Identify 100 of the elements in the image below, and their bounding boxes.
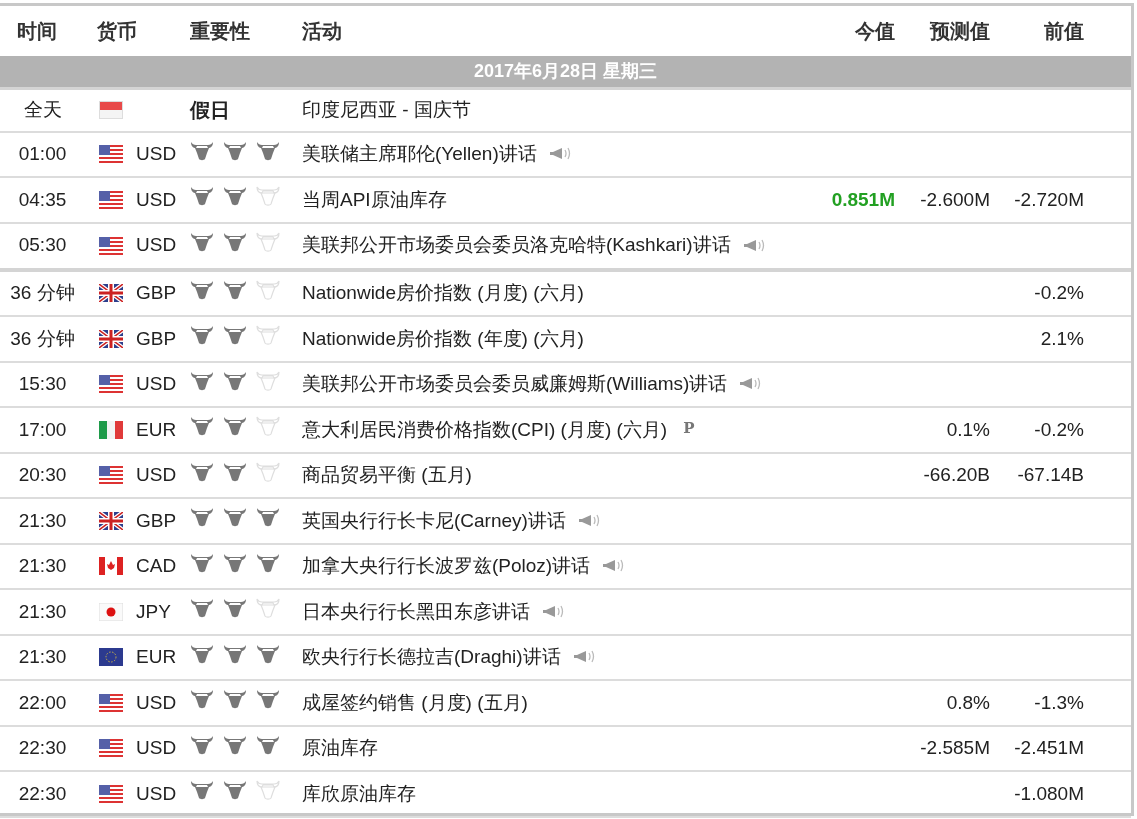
event-name: 当周API原油库存	[302, 187, 447, 212]
bull-head-icon	[190, 325, 214, 345]
previous-value: -2.451M	[1014, 736, 1084, 760]
bull-head-icon	[190, 598, 214, 618]
currency-code: CAD	[136, 554, 177, 578]
previous-value: 2.1%	[1040, 326, 1084, 351]
bull-head-icon	[190, 416, 214, 436]
bull-head-icon	[190, 279, 214, 300]
currency-code: JPY	[136, 599, 171, 624]
time-text: 22:30	[18, 781, 67, 806]
time-text: 17:00	[18, 417, 67, 442]
bull-head-icon	[190, 370, 214, 391]
event-name: 商品贸易平衡 (五月)	[302, 463, 472, 487]
bull-head-outline-icon	[256, 231, 280, 252]
bull-head-icon	[223, 507, 247, 527]
bull-head-outline-icon	[256, 186, 280, 206]
time-text: 21:30	[18, 508, 67, 533]
event-name: 成屋签约销售 (月度) (五月)	[302, 690, 528, 715]
currency-code: USD	[136, 690, 177, 715]
bull-head-icon	[190, 734, 214, 755]
time-text: 21:30	[18, 554, 67, 578]
bull-head-icon	[256, 507, 280, 527]
bull-head-outline-icon	[256, 279, 280, 300]
currency-code: USD	[136, 187, 177, 212]
event-name: 印度尼西亚 - 国庆节	[302, 98, 471, 122]
previous-value: -0.2%	[1034, 281, 1084, 305]
event-name: 美联邦公开市场委员会委员威廉姆斯(Williams)讲话	[302, 372, 728, 396]
importance-header: 重要性	[190, 19, 250, 44]
bull-head-outline-icon	[256, 325, 280, 345]
bull-head-icon	[223, 461, 247, 482]
event-name: Nationwide房价指数 (年度) (六月)	[302, 326, 584, 351]
event-name: 英国央行行长卡尼(Carney)讲话	[302, 508, 566, 533]
bull-head-icon	[190, 231, 214, 252]
bull-head-icon	[223, 416, 247, 436]
event-name: 原油库存	[302, 736, 378, 760]
bull-head-icon	[190, 643, 214, 664]
forecast-value: -66.20B	[923, 463, 990, 487]
bull-head-icon	[190, 507, 214, 527]
event-name: 加拿大央行行长波罗兹(Poloz)讲话	[302, 554, 591, 578]
bull-head-icon	[223, 552, 247, 573]
time-text: 36 分钟	[10, 281, 75, 305]
bull-head-icon	[223, 643, 247, 664]
time-text: 05:30	[18, 233, 67, 258]
bull-head-outline-icon	[256, 461, 280, 482]
bull-head-icon	[223, 325, 247, 345]
date-label: 2017年6月28日 星期三	[473, 60, 658, 83]
bull-head-icon	[223, 231, 247, 252]
forecast-header: 预测值	[930, 19, 990, 44]
bull-head-outline-icon	[256, 780, 280, 800]
time-text: 全天	[23, 98, 62, 122]
currency-code: USD	[136, 372, 177, 396]
time-text: 22:30	[18, 736, 67, 760]
bull-head-icon	[256, 643, 280, 664]
time-text: 21:30	[18, 599, 67, 624]
currency-code: USD	[136, 142, 177, 166]
time-text: 21:30	[18, 645, 67, 669]
forecast-value: -2.600M	[920, 187, 990, 212]
bull-head-icon	[223, 186, 247, 206]
currency-code: GBP	[136, 326, 177, 351]
event-header: 活动	[302, 19, 342, 44]
currency-code: USD	[136, 736, 177, 760]
bull-head-icon	[256, 734, 280, 755]
bull-head-icon	[223, 140, 247, 161]
currency-code: EUR	[136, 645, 177, 669]
currency-code: GBP	[136, 281, 177, 305]
event-name: 欧央行行长德拉吉(Draghi)讲话	[302, 645, 561, 669]
previous-value: -1.3%	[1034, 690, 1084, 715]
currency-code: GBP	[136, 508, 177, 533]
time-text: 04:35	[18, 187, 67, 212]
holiday-label: 假日	[190, 98, 230, 124]
bull-head-icon	[190, 689, 214, 709]
forecast-value: 0.1%	[946, 417, 990, 442]
time-text: 20:30	[18, 463, 67, 487]
time-text: 36 分钟	[10, 326, 75, 351]
event-name: 美联邦公开市场委员会委员洛克哈特(Kashkari)讲话	[302, 233, 731, 258]
previous-value: -67.14B	[1017, 463, 1084, 487]
bull-head-icon	[190, 186, 214, 206]
bull-head-icon	[190, 780, 214, 800]
forecast-value: -2.585M	[920, 736, 990, 760]
currency-code: USD	[136, 233, 177, 258]
forecast-value: 0.8%	[946, 690, 990, 715]
bull-head-icon	[223, 689, 247, 709]
bull-head-outline-icon	[256, 370, 280, 391]
event-name: Nationwide房价指数 (月度) (六月)	[302, 281, 584, 305]
time-text: 01:00	[18, 142, 67, 166]
currency-code: USD	[136, 781, 177, 806]
bull-head-icon	[256, 140, 280, 161]
bull-head-icon	[223, 370, 247, 391]
time-text: 15:30	[18, 372, 67, 396]
bull-head-icon	[223, 279, 247, 300]
bull-head-icon	[223, 598, 247, 618]
preliminary-mark: P	[683, 417, 695, 439]
currency-header: 货币	[97, 19, 137, 44]
previous-value: -0.2%	[1034, 417, 1084, 442]
bull-head-outline-icon	[256, 598, 280, 618]
bull-head-icon	[190, 552, 214, 573]
actual-value: 0.851M	[831, 187, 895, 212]
time-header: 时间	[17, 19, 57, 44]
bull-head-icon	[256, 689, 280, 709]
actual-header: 今值	[855, 19, 895, 44]
